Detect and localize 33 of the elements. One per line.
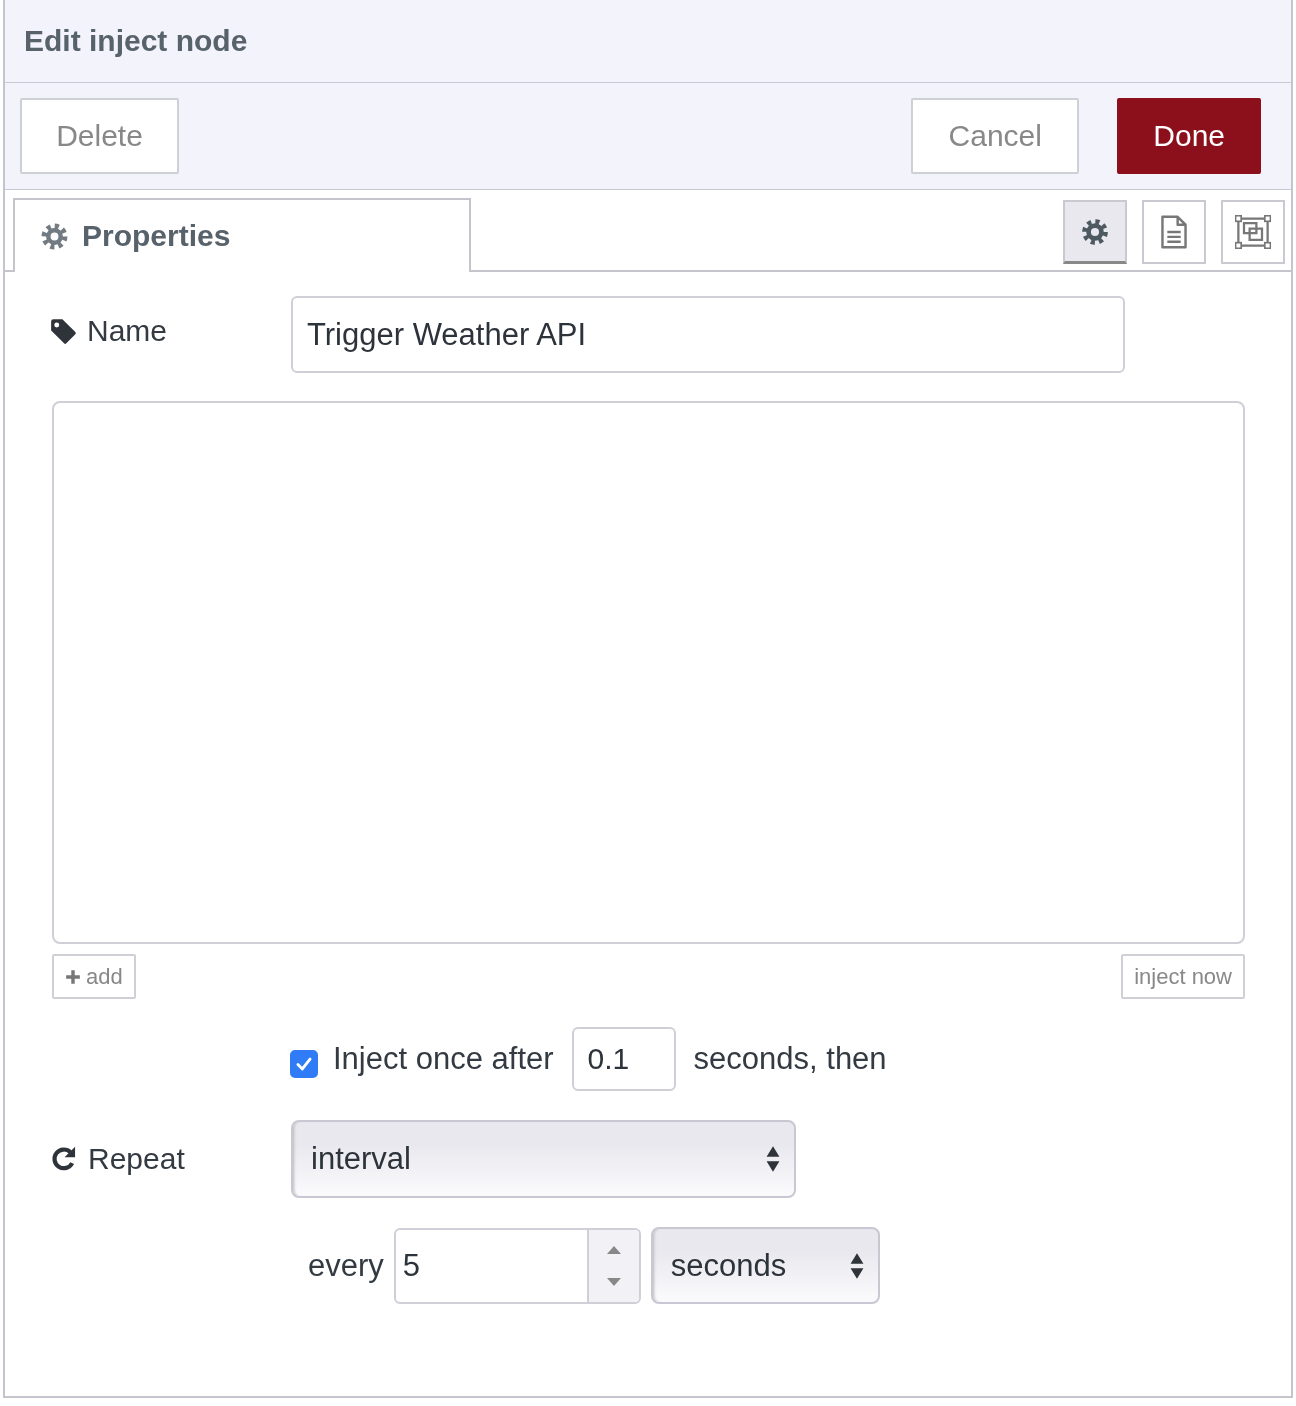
seconds-then-label: seconds, then [693, 1041, 887, 1077]
unit-select[interactable]: seconds [650, 1227, 880, 1304]
refresh-icon [50, 1145, 78, 1173]
inject-once-checkbox[interactable] [290, 1050, 318, 1078]
secondary-button[interactable]: Cancel [911, 98, 1080, 174]
secondary-button[interactable]: Delete [20, 98, 179, 174]
repeat-label: Repeat [88, 1142, 185, 1176]
select-arrows-icon [766, 1145, 780, 1173]
properties-tab[interactable]: Properties [13, 198, 471, 272]
repeat-select[interactable]: interval [291, 1120, 796, 1198]
delay-input-field[interactable]: 0.1 [571, 1027, 676, 1091]
plus-icon [65, 968, 81, 985]
tab-label: Properties [82, 219, 231, 253]
spin-down-icon[interactable] [605, 1276, 622, 1287]
primary-button[interactable]: Done [1117, 98, 1261, 174]
gear-icon [41, 222, 68, 250]
spin-up-icon[interactable] [605, 1244, 622, 1255]
select-arrows-icon [849, 1251, 864, 1280]
document-icon [1160, 215, 1188, 249]
document-tool-button[interactable] [1142, 200, 1206, 264]
dialog-title: Edit inject node [24, 24, 248, 58]
tag-icon [50, 317, 77, 345]
frame-tool-button[interactable] [1221, 200, 1285, 264]
inject-once-label: Inject once after [333, 1041, 554, 1077]
name-label: Name [87, 314, 168, 348]
every-label: every [308, 1247, 384, 1284]
interval-spinner-field[interactable]: 5 [393, 1227, 641, 1304]
add-button[interactable]: add [52, 954, 136, 999]
name-input-field[interactable]: Trigger Weather API [291, 296, 1125, 373]
expand-frame-icon [1235, 215, 1271, 249]
inject-now-button[interactable]: inject now [1121, 954, 1245, 999]
gear-tool-button[interactable] [1063, 200, 1127, 264]
gear-icon [1081, 217, 1109, 246]
